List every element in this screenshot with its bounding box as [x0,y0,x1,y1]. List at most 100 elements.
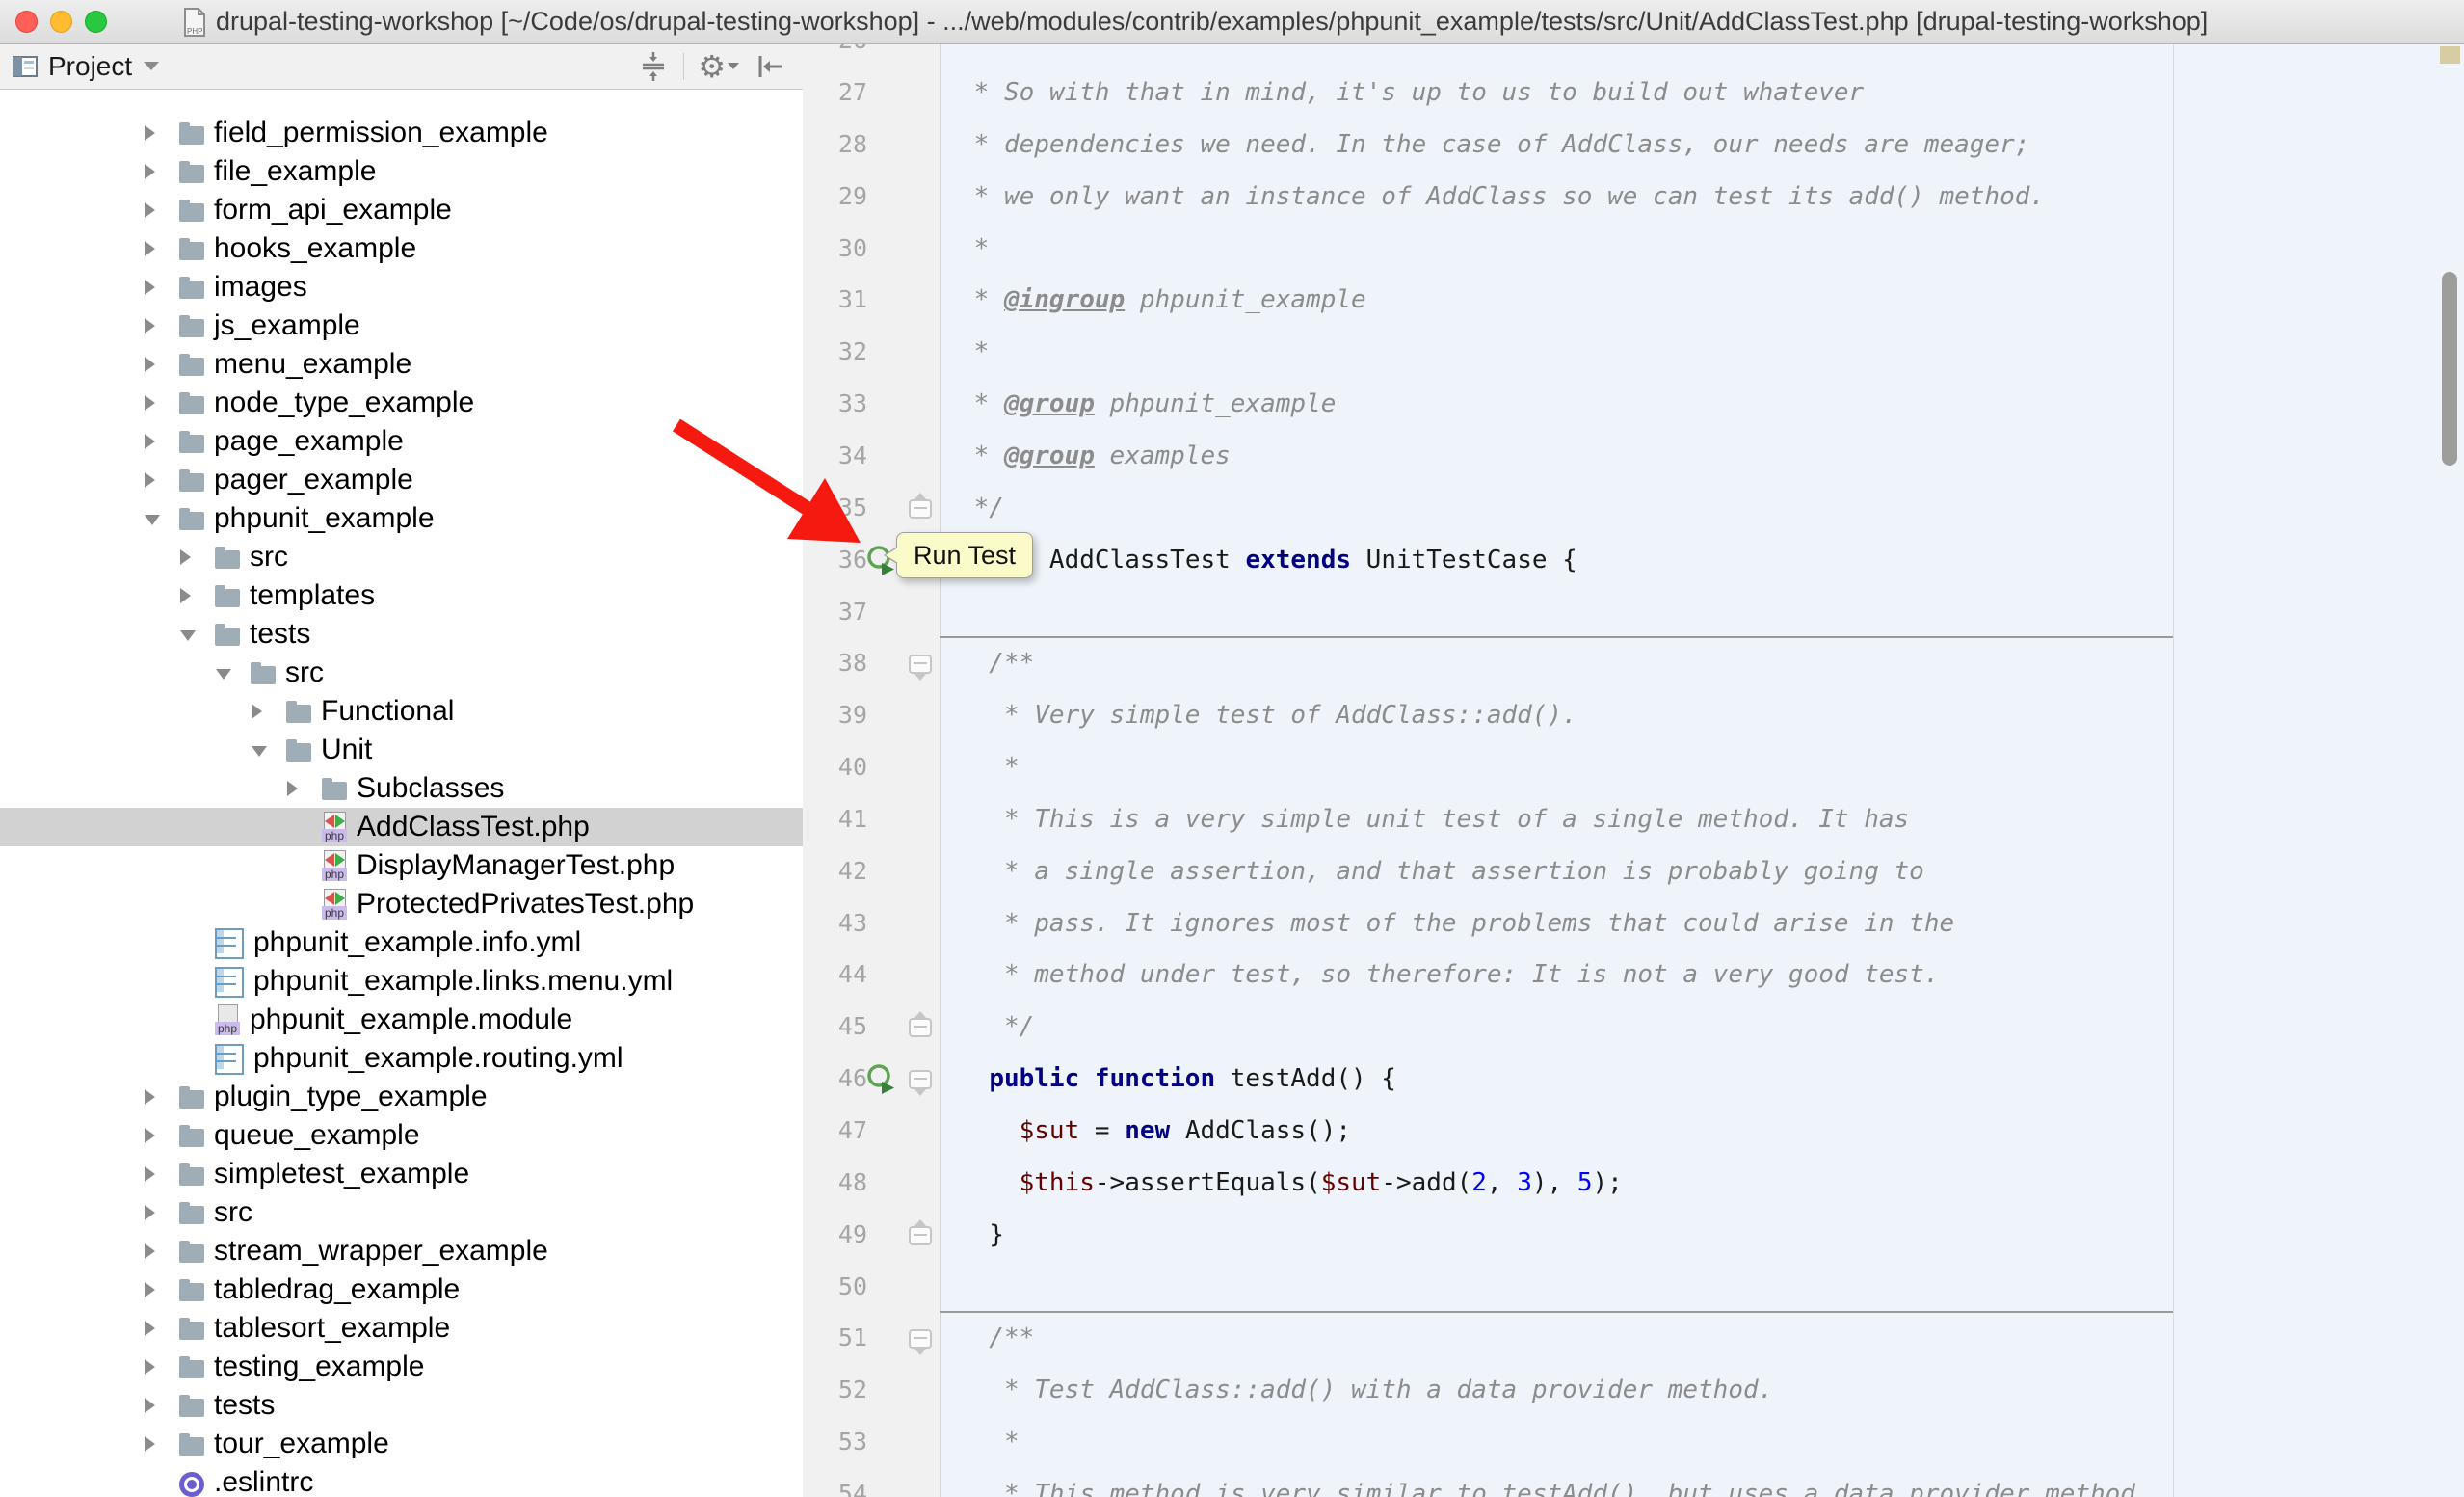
editor-line-28[interactable]: 28 * dependencies we need. In the case o… [803,119,2464,171]
chevron-right-icon[interactable] [145,1319,179,1338]
editor-line-53[interactable]: 53 * [803,1416,2464,1468]
chevron-right-icon[interactable] [180,548,215,567]
code-editor[interactable]: 2627 * So with that in mind, it's up to … [803,43,2464,1497]
close-window-button[interactable] [15,11,38,33]
tree-row-plugin-type-example[interactable]: plugin_type_example [0,1078,804,1116]
tree-row-phpunit-example-links-menu-yml[interactable]: phpunit_example.links.menu.yml [0,962,804,1001]
minimize-window-button[interactable] [50,11,72,33]
tree-row-js-example[interactable]: js_example [0,307,804,345]
editor-line-34[interactable]: 34 * @group examples [803,430,2464,482]
tree-row-src[interactable]: src [0,654,804,692]
chevron-right-icon[interactable] [145,393,179,413]
editor-line-29[interactable]: 29 * we only want an instance of AddClas… [803,171,2464,223]
tree-row-phpunit-example[interactable]: phpunit_example [0,499,804,538]
tree-row-addclasstest-php[interactable]: phpAddClassTest.php [0,808,804,846]
editor-line-40[interactable]: 40 * [803,741,2464,793]
chevron-right-icon[interactable] [145,1434,179,1454]
tree-row-phpunit-example-module[interactable]: phpphpunit_example.module [0,1001,804,1039]
settings-gear-icon[interactable]: ⚙ [698,51,739,82]
editor-line-46[interactable]: 46 public function testAdd() { [803,1053,2464,1105]
editor-line-26[interactable]: 26 [803,43,2464,67]
tree-row-unit[interactable]: Unit [0,731,804,769]
chevron-right-icon[interactable] [145,1357,179,1377]
fold-region-end-icon[interactable] [909,499,932,519]
tree-row-field-permission-example[interactable]: field_permission_example [0,114,804,152]
tree-row-protectedprivatestest-php[interactable]: phpProtectedPrivatesTest.php [0,885,804,923]
chevron-right-icon[interactable] [252,702,286,721]
chevron-right-icon[interactable] [145,239,179,258]
chevron-right-icon[interactable] [145,1164,179,1184]
editor-line-35[interactable]: 35 */ [803,482,2464,534]
editor-line-32[interactable]: 32 * [803,326,2464,378]
tree-row-templates[interactable]: templates [0,576,804,615]
tree-row-stream-wrapper-example[interactable]: stream_wrapper_example [0,1232,804,1270]
chevron-right-icon[interactable] [180,586,215,605]
chevron-right-icon[interactable] [145,1087,179,1107]
project-dropdown-chevron-icon[interactable] [144,62,159,70]
tree-row-functional[interactable]: Functional [0,692,804,731]
tree-row-simpletest-example[interactable]: simpletest_example [0,1155,804,1193]
editor-line-36[interactable]: 36class AddClassTest extends UnitTestCas… [803,534,2464,586]
editor-line-38[interactable]: 38 /** [803,637,2464,689]
editor-line-45[interactable]: 45 */ [803,1001,2464,1053]
editor-line-47[interactable]: 47 $sut = new AddClass(); [803,1105,2464,1157]
tree-row-page-example[interactable]: page_example [0,422,804,461]
tree-row-images[interactable]: images [0,268,804,307]
chevron-right-icon[interactable] [145,470,179,490]
editor-line-43[interactable]: 43 * pass. It ignores most of the proble… [803,897,2464,949]
tree-row--eslintrc[interactable]: .eslintrc [0,1463,804,1497]
chevron-right-icon[interactable] [145,162,179,181]
editor-line-41[interactable]: 41 * This is a very simple unit test of … [803,793,2464,845]
editor-line-48[interactable]: 48 $this->assertEquals($sut->add(2, 3), … [803,1157,2464,1209]
tree-row-phpunit-example-info-yml[interactable]: phpunit_example.info.yml [0,923,804,962]
tree-row-tablesort-example[interactable]: tablesort_example [0,1309,804,1348]
tree-row-phpunit-example-routing-yml[interactable]: phpunit_example.routing.yml [0,1039,804,1078]
tree-row-queue-example[interactable]: queue_example [0,1116,804,1155]
editor-scrollbar-thumb[interactable] [2442,272,2457,466]
chevron-right-icon[interactable] [145,316,179,335]
editor-line-52[interactable]: 52 * Test AddClass::add() with a data pr… [803,1364,2464,1416]
editor-line-44[interactable]: 44 * method under test, so therefore: It… [803,949,2464,1001]
zoom-window-button[interactable] [85,11,107,33]
tree-row-tests[interactable]: tests [0,1386,804,1425]
run-test-tooltip[interactable]: Run Test [896,532,1033,578]
tree-row-testing-example[interactable]: testing_example [0,1348,804,1386]
editor-line-39[interactable]: 39 * Very simple test of AddClass::add()… [803,689,2464,741]
tree-row-tabledrag-example[interactable]: tabledrag_example [0,1270,804,1309]
chevron-right-icon[interactable] [145,432,179,451]
editor-line-54[interactable]: 54 * This method is very similar to test… [803,1468,2464,1497]
tree-row-src[interactable]: src [0,1193,804,1232]
chevron-right-icon[interactable] [145,123,179,143]
tree-row-node-type-example[interactable]: node_type_example [0,384,804,422]
chevron-right-icon[interactable] [145,278,179,297]
chevron-right-icon[interactable] [145,1280,179,1299]
inspection-status-badge[interactable] [2440,46,2460,64]
editor-line-49[interactable]: 49 } [803,1209,2464,1261]
editor-line-27[interactable]: 27 * So with that in mind, it's up to us… [803,67,2464,119]
chevron-right-icon[interactable] [145,1242,179,1261]
chevron-right-icon[interactable] [287,779,322,798]
tree-row-src[interactable]: src [0,538,804,576]
collapse-all-icon[interactable] [637,50,670,83]
chevron-right-icon[interactable] [145,1396,179,1415]
fold-region-start-icon[interactable] [909,1070,932,1089]
chevron-right-icon[interactable] [145,200,179,220]
chevron-down-icon[interactable] [145,509,179,528]
fold-region-end-icon[interactable] [909,1226,932,1245]
chevron-down-icon[interactable] [252,740,286,760]
fold-region-start-icon[interactable] [909,1329,932,1349]
fold-region-start-icon[interactable] [909,655,932,674]
editor-line-31[interactable]: 31 * @ingroup phpunit_example [803,274,2464,326]
editor-line-50[interactable]: 50 [803,1261,2464,1313]
chevron-right-icon[interactable] [145,1203,179,1222]
tree-row-pager-example[interactable]: pager_example [0,461,804,499]
hide-panel-icon[interactable] [753,50,785,83]
chevron-right-icon[interactable] [145,355,179,374]
tree-row-subclasses[interactable]: Subclasses [0,769,804,808]
chevron-right-icon[interactable] [145,1126,179,1145]
editor-line-51[interactable]: 51 /** [803,1312,2464,1364]
tree-row-tests[interactable]: tests [0,615,804,654]
fold-region-end-icon[interactable] [909,1018,932,1037]
tree-row-menu-example[interactable]: menu_example [0,345,804,384]
editor-line-42[interactable]: 42 * a single assertion, and that assert… [803,845,2464,897]
